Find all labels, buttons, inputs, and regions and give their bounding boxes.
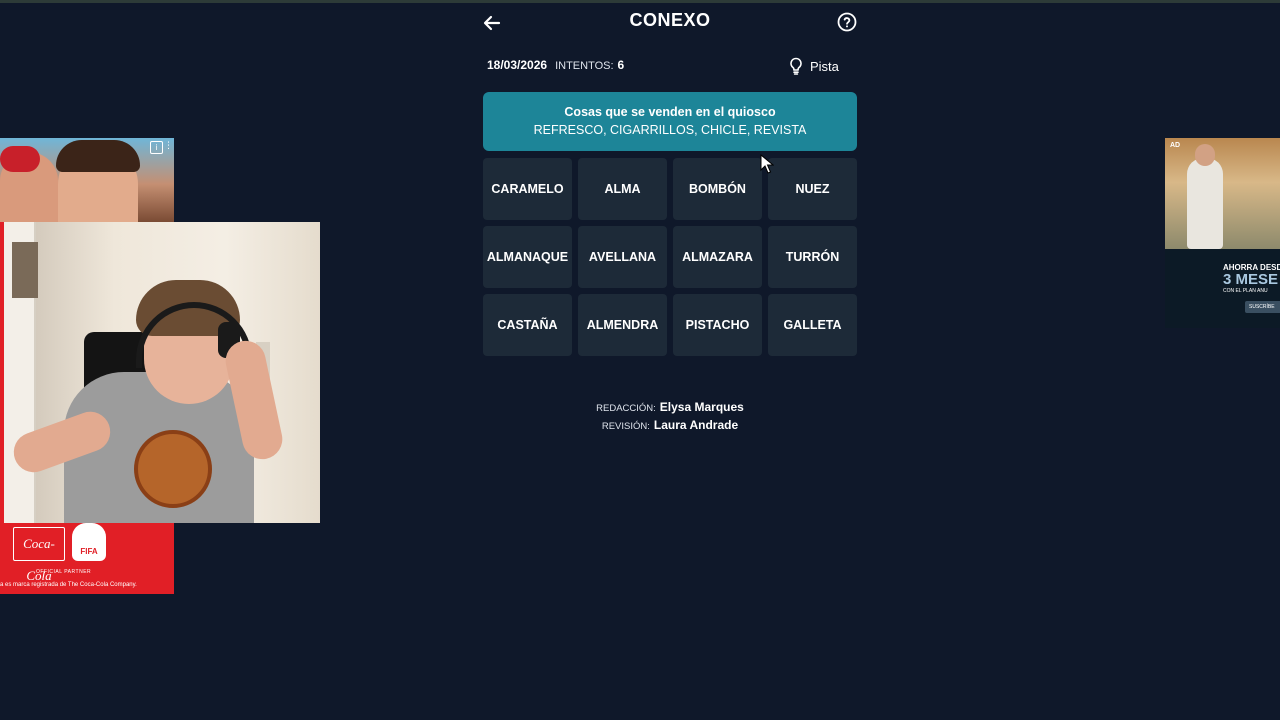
ad-bandana: [0, 146, 40, 172]
word-tile[interactable]: BOMBÓN: [673, 158, 762, 220]
word-tile[interactable]: NUEZ: [768, 158, 857, 220]
editor-name: Elysa Marques: [659, 400, 744, 414]
webcam-shelf: [12, 242, 38, 298]
credits: REDACCIÓN: Elysa Marques REVISIÓN: Laura A…: [483, 399, 857, 435]
attempts-value: 6: [617, 58, 625, 72]
lightbulb-icon: [790, 57, 802, 75]
word-tile[interactable]: ALMA: [578, 158, 667, 220]
game-title: CONEXO: [629, 10, 711, 30]
right-advertisement[interactable]: AD AHORRA DESD 3 MESE CON EL PLAN ANU SU…: [1165, 138, 1280, 328]
ad-person: [1187, 158, 1223, 249]
reviewer-name: Laura Andrade: [653, 418, 739, 432]
ad-disclaimer: a es marca registrada de The Coca-Cola C…: [0, 582, 137, 588]
ad-subscribe-button[interactable]: SUSCRÍBE: [1245, 301, 1280, 313]
arrow-left-icon: [483, 15, 501, 31]
solved-group: Cosas que se venden en el quiosco REFRES…: [483, 92, 857, 151]
ad-hair: [56, 140, 140, 172]
question-circle-icon: [837, 12, 857, 32]
ad-subline: CON EL PLAN ANU: [1223, 288, 1268, 294]
word-tile[interactable]: AVELLANA: [578, 226, 667, 288]
ad-tag: AD: [1170, 142, 1181, 149]
ad-photo: [1165, 138, 1280, 249]
game-date: 18/03/2026: [487, 58, 548, 72]
back-button[interactable]: [480, 11, 504, 35]
word-tile[interactable]: CARAMELO: [483, 158, 572, 220]
hint-label: Pista: [810, 58, 839, 74]
word-tile[interactable]: TURRÓN: [768, 226, 857, 288]
attempts-label: INTENTOS:: [555, 60, 614, 72]
editor-credit: REDACCIÓN: Elysa Marques: [483, 399, 857, 417]
coca-cola-logo: Coca-Cola: [13, 527, 65, 583]
word-tile[interactable]: ALMANAQUE: [483, 226, 572, 288]
mouse-cursor-icon: [760, 154, 774, 174]
word-tile[interactable]: CASTAÑA: [483, 294, 572, 356]
game-meta: 18/03/2026 INTENTOS: 6: [487, 58, 624, 72]
reviewer-credit: REVISIÓN: Laura Andrade: [483, 417, 857, 435]
word-tile[interactable]: GALLETA: [768, 294, 857, 356]
hint-button[interactable]: Pista: [786, 56, 839, 76]
webcam-overlay: [4, 222, 320, 523]
ad-photo: [0, 138, 174, 222]
word-tile[interactable]: ALMENDRA: [578, 294, 667, 356]
help-button[interactable]: [836, 11, 858, 33]
word-grid: CARAMELO ALMA BOMBÓN NUEZ ALMANAQUE AVEL…: [483, 158, 857, 356]
top-border: [0, 0, 1280, 3]
solved-group-category: Cosas que se venden en el quiosco: [564, 105, 776, 119]
ad-person-head: [1195, 144, 1215, 166]
reviewer-label: REVISIÓN:: [601, 421, 650, 432]
ad-offer: 3 MESE: [1223, 271, 1279, 288]
solved-group-words: REFRESCO, CIGARRILLOS, CHICLE, REVISTA: [533, 123, 807, 137]
fifa-logo: FIFA: [72, 523, 106, 561]
ad-info-icon[interactable]: i: [150, 141, 163, 154]
word-tile[interactable]: ALMAZARA: [673, 226, 762, 288]
ad-partner-text: OFFICIAL PARTNER: [36, 569, 92, 575]
editor-label: REDACCIÓN:: [596, 403, 656, 414]
word-tile[interactable]: PISTACHO: [673, 294, 762, 356]
webcam-shirt-logo: [134, 430, 212, 508]
ad-close-icon[interactable]: ⋮: [164, 140, 173, 151]
